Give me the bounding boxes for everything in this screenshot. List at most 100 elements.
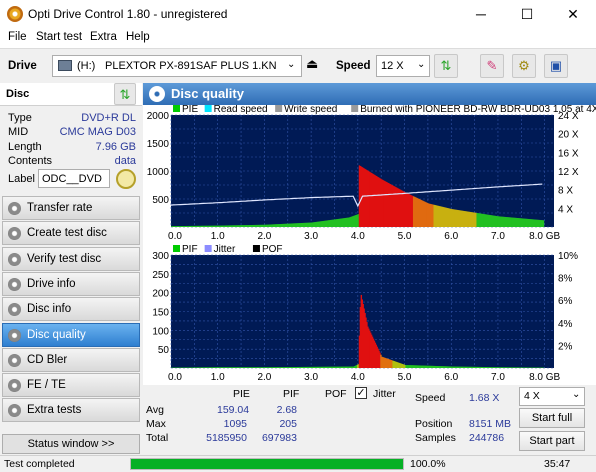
y-right-tick-label: 12 X bbox=[558, 167, 579, 178]
status-text: Test completed bbox=[4, 458, 75, 470]
refresh-disc-button[interactable]: ⇅ bbox=[114, 83, 136, 105]
disc-icon bbox=[8, 303, 21, 317]
disc-length-key: Length bbox=[8, 141, 42, 153]
nav-disc-info-button[interactable]: Disc info bbox=[2, 297, 140, 322]
x-tick-label: 8.0 GB bbox=[529, 372, 560, 383]
window-title: Opti Drive Control 1.80 - unregistered bbox=[28, 7, 228, 21]
disc-contents-value: data bbox=[114, 155, 136, 167]
nav-fe-te-button[interactable]: FE / TE bbox=[2, 373, 140, 398]
menu-extra[interactable]: Extra bbox=[90, 31, 117, 43]
disc-label-value: ODC__DVD bbox=[42, 173, 102, 185]
disc-contents-key: Contents bbox=[8, 155, 53, 167]
minimize-button[interactable]: ─ bbox=[458, 0, 504, 28]
disc-icon bbox=[8, 404, 21, 418]
x-tick-label: 6.0 bbox=[444, 231, 458, 242]
maximize-button[interactable]: ☐ bbox=[504, 0, 550, 28]
legend-label: Jitter bbox=[214, 244, 236, 255]
x-tick-label: 3.0 bbox=[304, 372, 318, 383]
y-tick-label: 200 bbox=[152, 289, 169, 300]
speed-select[interactable]: 12 X ⌄ bbox=[376, 55, 430, 77]
x-tick-label: 2.0 bbox=[257, 372, 271, 383]
col-pif: PIF bbox=[283, 388, 300, 400]
close-button[interactable]: ✕ bbox=[550, 0, 596, 28]
menu-file[interactable]: File bbox=[8, 31, 27, 43]
disc-header: Disc bbox=[6, 88, 30, 100]
eject-icon[interactable]: ⏏ bbox=[306, 56, 324, 76]
x-tick-label: 0.0 bbox=[168, 231, 182, 242]
progress-fill bbox=[131, 459, 403, 469]
y-tick-label: 1000 bbox=[147, 167, 170, 178]
legend-label: PIE bbox=[182, 105, 198, 115]
nav-disc-quality-button[interactable]: Disc quality bbox=[2, 322, 140, 347]
y-right-tick-label: 24 X bbox=[558, 111, 579, 122]
nav-transfer-rate-button[interactable]: Transfer rate bbox=[2, 196, 140, 220]
drive-select[interactable]: (H:) PLEXTOR PX-891SAF PLUS 1.KN ⌄ bbox=[52, 55, 302, 77]
disc-icon bbox=[8, 227, 21, 241]
avg-pif: 2.68 bbox=[276, 404, 297, 416]
status-bar: Test completed 100.0% 35:47 bbox=[0, 455, 596, 472]
speed-label: Speed bbox=[336, 60, 371, 72]
x-tick-label: 6.0 bbox=[444, 372, 458, 383]
disc-icon bbox=[8, 379, 21, 393]
start-part-button[interactable]: Start part bbox=[519, 431, 585, 451]
chevron-down-icon: ⌄ bbox=[572, 389, 581, 400]
nav-drive-info-button[interactable]: Drive info bbox=[2, 271, 140, 296]
legend-label: POF bbox=[262, 244, 283, 255]
test-speed-select[interactable]: 4 X ⌄ bbox=[519, 387, 585, 406]
x-tick-label: 1.0 bbox=[211, 231, 225, 242]
nav-extra-tests-button[interactable]: Extra tests bbox=[2, 398, 140, 423]
nav-label: Verify test disc bbox=[27, 252, 102, 265]
y-right-tick-label: 10% bbox=[558, 251, 578, 262]
nav-cd-bler-button[interactable]: CD Bler bbox=[2, 347, 140, 372]
col-pie: PIE bbox=[233, 388, 250, 400]
disc-icon bbox=[8, 353, 21, 367]
speed-stat-value: 1.68 X bbox=[469, 392, 500, 404]
status-window-button[interactable]: Status window >> bbox=[2, 434, 140, 454]
nav-create-test-disc-button[interactable]: Create test disc bbox=[2, 221, 140, 246]
x-tick-label: 2.0 bbox=[257, 231, 271, 242]
position-value: 8151 MB bbox=[469, 418, 512, 430]
disc-label-field[interactable]: ODC__DVD bbox=[38, 169, 110, 188]
position-label: Position bbox=[415, 418, 453, 430]
y-right-tick-label: 4 X bbox=[558, 204, 573, 215]
disc-panel-header: Disc ⇅ bbox=[0, 83, 142, 106]
y-tick-label: 1500 bbox=[147, 139, 170, 150]
apply-label-icon[interactable] bbox=[116, 169, 136, 189]
nav-label: Transfer rate bbox=[27, 202, 93, 214]
elapsed-time: 35:47 bbox=[544, 458, 571, 470]
y-tick-label: 250 bbox=[152, 270, 169, 281]
legend-swatch bbox=[173, 105, 180, 112]
nav-label: Drive info bbox=[27, 277, 76, 290]
disc-icon bbox=[8, 202, 21, 215]
title-bar: Opti Drive Control 1.80 - unregistered ─… bbox=[0, 0, 596, 28]
start-full-button[interactable]: Start full bbox=[519, 408, 585, 428]
y-tick-label: 500 bbox=[152, 195, 169, 206]
menu-help[interactable]: Help bbox=[126, 31, 150, 43]
nav-verify-test-disc-button[interactable]: Verify test disc bbox=[2, 246, 140, 271]
legend-label: Write speed bbox=[284, 105, 337, 115]
nav-label: Disc quality bbox=[27, 328, 86, 341]
disc-length-value: 7.96 GB bbox=[95, 141, 136, 153]
y-tick-label: 300 bbox=[152, 251, 169, 262]
max-pif: 205 bbox=[279, 418, 297, 430]
toolbar: Drive (H:) PLEXTOR PX-891SAF PLUS 1.KN ⌄… bbox=[0, 48, 596, 83]
jitter-label: Jitter bbox=[373, 388, 396, 400]
avg-pie: 159.04 bbox=[217, 404, 250, 416]
refresh-speeds-button[interactable]: ⇅ bbox=[434, 54, 458, 78]
row-avg-label: Avg bbox=[146, 404, 164, 416]
y-tick-label: 50 bbox=[158, 345, 170, 356]
eraser-icon[interactable]: ✎ bbox=[480, 54, 504, 78]
y-right-tick-label: 20 X bbox=[558, 130, 579, 141]
legend-swatch bbox=[204, 105, 212, 112]
disc-info: Type DVD+R DL MID CMC MAG D03 Length 7.9… bbox=[0, 106, 142, 194]
settings-icon[interactable]: ⚙ bbox=[512, 54, 536, 78]
speed-value: 12 X bbox=[381, 60, 404, 72]
menu-start-test[interactable]: Start test bbox=[36, 31, 82, 43]
drive-icon bbox=[58, 60, 72, 71]
samples-label: Samples bbox=[415, 432, 456, 444]
progress-bar bbox=[130, 458, 404, 470]
legend-swatch bbox=[351, 105, 359, 112]
nav-label: Extra tests bbox=[27, 404, 82, 417]
jitter-checkbox[interactable]: ✓ bbox=[355, 387, 367, 399]
save-icon[interactable]: ▣ bbox=[544, 54, 568, 78]
